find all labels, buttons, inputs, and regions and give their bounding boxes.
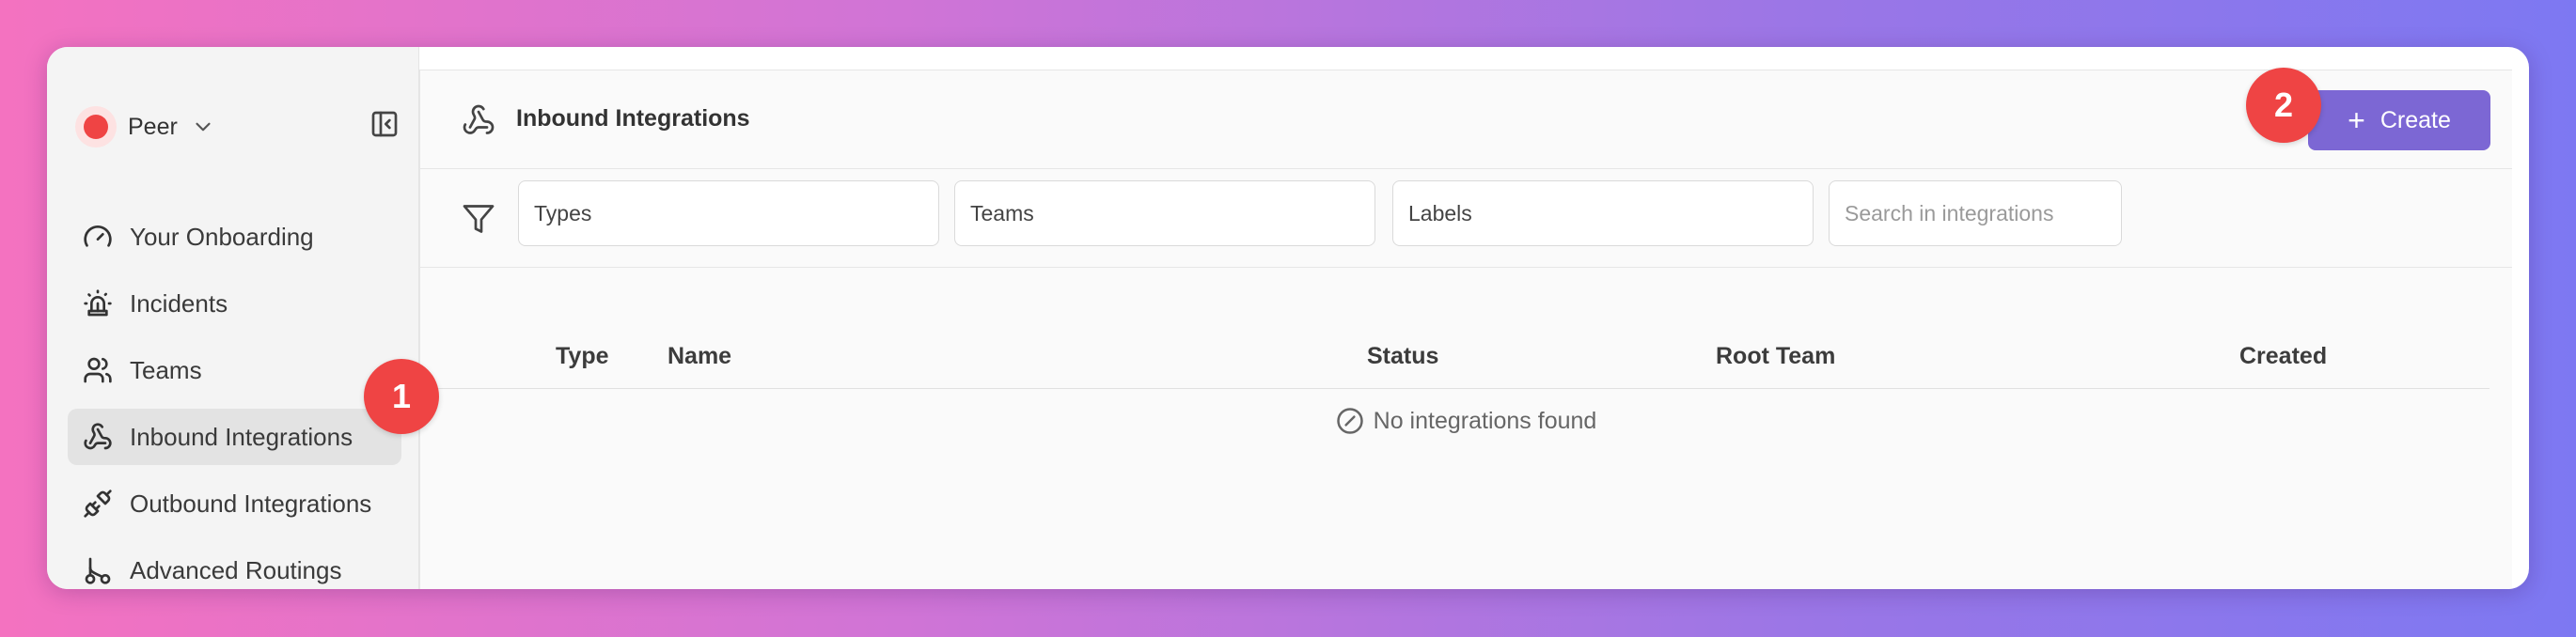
sidebar-item-label: Inbound Integrations — [130, 422, 353, 451]
webhook-icon — [463, 104, 495, 134]
chevron-down-icon — [196, 122, 211, 132]
sidebar-nav: Your Onboarding Incidents Teams Inbound … — [68, 209, 401, 589]
sidebar: Peer Your Onboarding Incidents Teams Inb… — [47, 47, 419, 589]
column-header-name[interactable]: Name — [668, 324, 731, 388]
app-window: Peer Your Onboarding Incidents Teams Inb… — [47, 47, 2529, 589]
sidebar-item-inbound-integrations[interactable]: Inbound Integrations — [68, 409, 401, 465]
sidebar-item-label: Teams — [130, 355, 202, 384]
webhook-icon — [84, 423, 112, 450]
labels-filter[interactable]: Labels — [1392, 180, 1814, 246]
sidebar-item-label: Outbound Integrations — [130, 489, 372, 518]
plug-icon — [84, 489, 112, 518]
sidebar-item-teams[interactable]: Teams — [68, 342, 401, 398]
main-panel: Inbound Integrations + Create Types Team… — [419, 70, 2512, 589]
plus-icon: + — [2348, 103, 2365, 137]
types-filter[interactable]: Types — [518, 180, 939, 246]
sidebar-item-label: Advanced Routings — [130, 555, 342, 584]
teams-filter[interactable]: Teams — [954, 180, 1375, 246]
sidebar-item-incidents[interactable]: Incidents — [68, 275, 401, 332]
route-icon — [85, 557, 111, 584]
sidebar-item-label: Your Onboarding — [130, 222, 314, 251]
sidebar-item-outbound-integrations[interactable]: Outbound Integrations — [68, 475, 401, 532]
sidebar-item-advanced-routings[interactable]: Advanced Routings — [68, 542, 401, 589]
page-title: Inbound Integrations — [516, 105, 750, 132]
ban-icon — [1336, 408, 1363, 434]
collapse-sidebar-icon[interactable] — [369, 109, 400, 139]
empty-state-message: No integrations found — [1373, 407, 1597, 434]
column-header-type[interactable]: Type — [556, 324, 609, 388]
sidebar-item-label: Incidents — [130, 288, 228, 318]
filter-bar: Types Teams Labels Search in integration… — [420, 169, 2512, 268]
workspace-name: Peer — [128, 113, 178, 140]
search-input[interactable]: Search in integrations — [1829, 180, 2122, 246]
siren-icon — [84, 289, 112, 317]
annotation-badge-1: 1 — [364, 359, 439, 434]
page-header: Inbound Integrations + Create — [420, 70, 2512, 169]
empty-state: No integrations found — [420, 397, 2512, 444]
column-header-root-team[interactable]: Root Team — [1716, 324, 1835, 388]
create-button-label: Create — [2380, 106, 2451, 133]
create-button[interactable]: + Create — [2308, 90, 2490, 150]
column-header-created[interactable]: Created — [2239, 324, 2327, 388]
sidebar-item-your-onboarding[interactable]: Your Onboarding — [68, 209, 401, 265]
annotation-badge-2: 2 — [2246, 68, 2321, 143]
column-header-status[interactable]: Status — [1367, 324, 1438, 388]
filter-icon — [463, 205, 495, 233]
workspace-switcher[interactable]: Peer — [75, 103, 215, 150]
workspace-avatar — [75, 106, 117, 148]
users-icon — [84, 357, 112, 383]
gauge-icon — [84, 225, 112, 247]
table-header: Type Name Status Root Team Created — [420, 324, 2490, 389]
